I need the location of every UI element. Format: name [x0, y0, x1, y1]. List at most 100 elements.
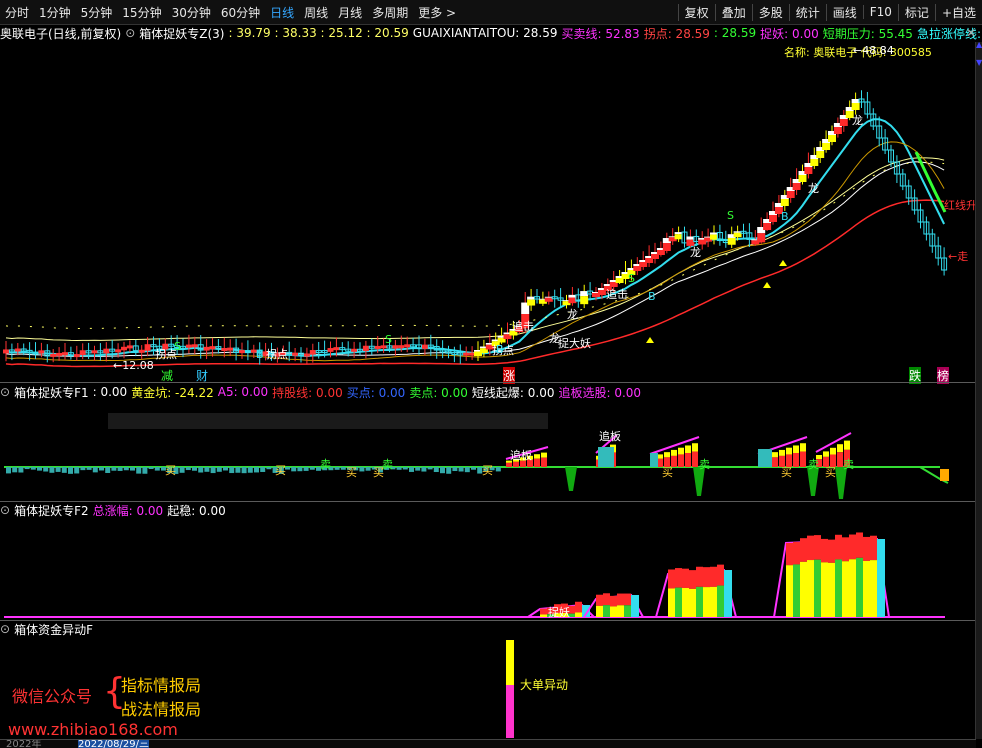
candle-body — [527, 299, 536, 306]
candle-body — [50, 353, 57, 357]
collapse-icon[interactable]: ⊙ — [0, 503, 10, 517]
f1-yellow-bar — [844, 440, 850, 450]
f2-yellow-bar — [696, 586, 703, 617]
f3-name[interactable]: 箱体资金异动F — [14, 621, 93, 638]
collapse-icon[interactable]: ⊙ — [125, 26, 135, 40]
f2-red-bar — [849, 534, 856, 560]
f1-bar — [6, 467, 11, 474]
candle-body — [203, 346, 210, 351]
indicator-name[interactable]: 箱体捉妖专Z(3) — [139, 25, 224, 42]
f1-bar — [148, 467, 154, 470]
period-tab-9[interactable]: 多周期 — [367, 4, 413, 21]
f1-bar — [80, 467, 86, 471]
f2-red-bar — [863, 536, 870, 561]
candle-body — [568, 297, 577, 304]
f1-red-bar — [534, 458, 540, 467]
f1-bar — [179, 467, 185, 473]
period-tab-10[interactable]: 更多 > — [413, 4, 461, 21]
period-tab-5[interactable]: 60分钟 — [216, 4, 265, 21]
yellow-ma-line — [5, 157, 945, 342]
f1-cyan-block — [758, 449, 772, 467]
toolbar-button-2[interactable]: 多股 — [751, 3, 789, 21]
candle-body-top — [544, 296, 553, 298]
period-tab-0[interactable]: 分时 — [0, 4, 34, 21]
main-annotation: B — [256, 348, 264, 361]
f1-bar — [30, 467, 36, 470]
scroll-up-icon[interactable]: ▲ — [976, 40, 982, 50]
f1-a5: A5: 0.00 — [217, 385, 269, 399]
candle-body — [144, 344, 151, 351]
toolbar-button-1[interactable]: 叠加 — [714, 3, 752, 21]
f1-shade-band — [108, 413, 548, 429]
f1-annotation: 买 — [165, 464, 176, 477]
candle-body — [392, 345, 399, 349]
f1-bar — [12, 467, 18, 473]
toolbar-button-4[interactable]: 画线 — [825, 3, 863, 21]
collapse-icon[interactable]: ⊙ — [0, 385, 10, 399]
separator — [0, 620, 982, 621]
candle-body — [851, 103, 860, 110]
candle-body — [662, 243, 671, 251]
f1-yellow-bar — [837, 444, 843, 453]
toolbar-button-0[interactable]: 复权 — [677, 3, 715, 21]
f1-bar — [365, 467, 371, 471]
f2-yellow-bar — [682, 588, 689, 617]
period-tab-1[interactable]: 1分钟 — [34, 4, 76, 21]
f2-yellow-bar — [842, 561, 849, 617]
f2-cyan-bar — [631, 595, 639, 617]
f2-yellow-bar — [870, 560, 877, 617]
f2-red-bar — [710, 566, 717, 587]
period-tab-4[interactable]: 30分钟 — [167, 4, 216, 21]
f2-yellow-bar — [856, 557, 863, 617]
f2-yellow-bar — [800, 561, 807, 617]
f2-yellow-bar — [575, 612, 582, 617]
f2-yellow-bar — [849, 559, 856, 617]
main-panel-title: 奥联电子(日线,前复权) ⊙ 箱体捉妖专Z(3) : 39.79 : 38.33… — [0, 24, 982, 42]
f1-bar — [136, 467, 142, 474]
f2-red-bar — [835, 534, 842, 560]
f2-yellow-bar — [624, 605, 631, 617]
toolbar-button-5[interactable]: F10 — [862, 5, 898, 19]
candle-body — [380, 345, 387, 349]
candle-body — [463, 352, 470, 356]
cyan-ma-line — [5, 118, 945, 358]
main-annotation: 拐点 — [266, 348, 288, 361]
f1-bar — [18, 467, 24, 473]
watermark-url[interactable]: www.zhibiao168.com — [8, 720, 178, 739]
candle-body — [828, 135, 836, 142]
toolbar-button-6[interactable]: 标记 — [897, 3, 935, 21]
toolbar-button-7[interactable]: +自选 — [934, 3, 982, 21]
candle-body — [733, 232, 742, 238]
f1-annotation: 买 — [662, 466, 673, 479]
buy-triangle-icon — [763, 282, 771, 288]
buy-triangle-icon — [646, 337, 654, 343]
f1-cyan-block — [650, 453, 658, 467]
f3-panel-title: ⊙ 箱体资金异动F — [0, 620, 97, 638]
candle-body — [209, 346, 216, 350]
f1-indicator-chart — [4, 413, 949, 499]
f1-bar — [229, 467, 235, 474]
f1-hjk: 黄金坑: -24.22 — [131, 385, 214, 400]
close-panel-icon[interactable]: ✕ — [966, 26, 976, 40]
f2-name[interactable]: 箱体捉妖专F2 — [14, 502, 89, 519]
f1-red-bar — [685, 452, 691, 467]
vertical-scrollbar[interactable] — [975, 42, 982, 739]
candle-body — [769, 215, 777, 222]
f1-bar — [204, 467, 210, 472]
candle-body — [62, 352, 68, 356]
period-tab-6[interactable]: 日线 — [265, 4, 299, 21]
f1-annotation: 买 — [346, 466, 357, 479]
period-tab-3[interactable]: 15分钟 — [117, 4, 166, 21]
f2-yellow-bar — [814, 559, 821, 617]
f1-bar — [440, 467, 445, 474]
f1-name[interactable]: 箱体捉妖专F1 — [14, 384, 89, 401]
collapse-icon[interactable]: ⊙ — [0, 622, 10, 636]
zy-label: 捉妖: 0.00 — [760, 26, 819, 41]
period-tab-8[interactable]: 月线 — [333, 4, 367, 21]
period-tab-7[interactable]: 周线 — [299, 4, 333, 21]
candle-body — [191, 344, 198, 348]
stock-name: 奥联电子(日线,前复权) — [0, 26, 122, 41]
scroll-down-icon[interactable]: ▼ — [976, 58, 982, 68]
toolbar-button-3[interactable]: 统计 — [788, 3, 826, 21]
period-tab-2[interactable]: 5分钟 — [76, 4, 118, 21]
